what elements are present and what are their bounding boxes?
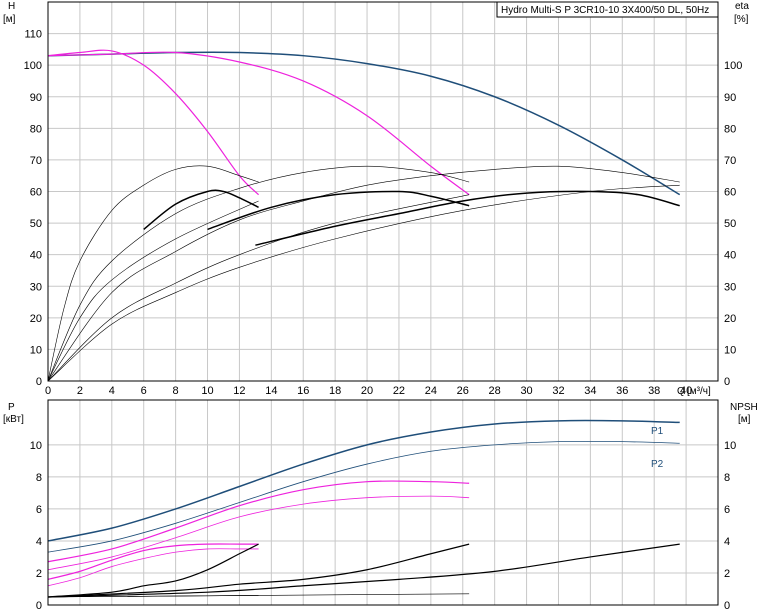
lower-left-tick-label: 2 (36, 568, 42, 580)
upper-series-black-4 (47, 165, 470, 382)
upper-right-tick-label: 30 (724, 281, 736, 293)
x-tick-label: 34 (584, 385, 596, 397)
upper-left-tick-label: 100 (24, 60, 42, 72)
upper-series-blue-0 (47, 51, 681, 196)
x-tick-label: 16 (297, 385, 309, 397)
upper-left-tick-label: 80 (30, 123, 42, 135)
upper-right-tick-label: 50 (724, 218, 736, 230)
lower-series-magenta-2 (47, 480, 470, 563)
upper-left-tick-label: 10 (30, 344, 42, 356)
x-tick-label: 28 (489, 385, 501, 397)
curves (47, 49, 681, 598)
lower-left-tick-label: 6 (36, 504, 42, 516)
lower-right-tick-label: 4 (724, 536, 730, 548)
x-tick-label: 32 (552, 385, 564, 397)
upper-left-tick-label: 40 (30, 250, 42, 262)
upper-series-magenta-1 (47, 51, 470, 196)
x-tick-label: 22 (393, 385, 405, 397)
lower-series-magenta-3 (47, 495, 470, 571)
upper-right-tick-label: 20 (724, 313, 736, 325)
upper-right-tick-label: 40 (724, 250, 736, 262)
lower-series-p1 (47, 419, 680, 542)
upper-right-tick-label: 0 (724, 376, 730, 388)
x-tick-label: 36 (616, 385, 628, 397)
lower-plot-frame (47, 399, 719, 606)
x-tick-label: 30 (520, 385, 532, 397)
upper-left-tick-label: 90 (30, 92, 42, 104)
lower-left-axis-label: P (8, 402, 15, 413)
chart-title: Hydro Multi-S P 3CR10-10 3X400/50 DL, 50… (501, 5, 709, 16)
lower-series-p2 (47, 440, 680, 553)
x-axis-unit: [м³/ч] (687, 386, 711, 397)
lower-right-tick-label: 6 (724, 504, 730, 516)
series-label-p1: P1 (651, 426, 664, 437)
upper-series-black-8 (47, 184, 680, 382)
lower-right-tick-label: 8 (724, 472, 730, 484)
pump-curve-chart: 0 2 4 6 8 10 12 14 16 18 20 22 24 26 28 30 32 34 36 38 40010… (3, 1, 758, 611)
upper-left-tick-label: 110 (24, 29, 42, 41)
x-tick-label: 24 (425, 385, 437, 397)
upper-right-tick-label: 90 (724, 92, 736, 104)
lower-left-tick-label: 4 (36, 536, 42, 548)
upper-left-tick-label: 0 (36, 376, 42, 388)
upper-series-black-11 (255, 190, 680, 246)
x-tick-label: 10 (201, 385, 213, 397)
x-tick-label: 4 (109, 385, 115, 397)
x-tick-label: 18 (329, 385, 341, 397)
lower-grid (48, 400, 718, 605)
lower-left-axis-unit: [кВт] (3, 414, 24, 425)
upper-left-tick-label: 60 (30, 187, 42, 199)
x-tick-label: 20 (361, 385, 373, 397)
x-tick-label: 8 (173, 385, 179, 397)
upper-right-tick-label: 10 (724, 344, 736, 356)
x-axis-label: Q (677, 386, 685, 397)
lower-right-tick-label: 10 (724, 440, 736, 452)
lower-right-axis-unit: [м] (738, 414, 751, 425)
upper-left-axis-label: H (8, 1, 15, 12)
upper-right-tick-label: 60 (724, 187, 736, 199)
lower-right-axis-label: NPSH (730, 402, 758, 413)
tick-labels: 0 2 4 6 8 10 12 14 16 18 20 22 24 26 28 30 32 34 36 38 40010… (24, 29, 743, 611)
x-tick-label: 38 (648, 385, 660, 397)
lower-left-tick-label: 0 (36, 600, 42, 611)
lower-right-tick-label: 2 (724, 568, 730, 580)
x-tick-label: 0 (45, 385, 51, 397)
upper-left-tick-label: 50 (30, 218, 42, 230)
upper-right-axis-unit: [%] (734, 14, 749, 25)
upper-series-black-10 (207, 190, 470, 231)
upper-left-tick-label: 20 (30, 313, 42, 325)
lower-left-tick-label: 10 (30, 440, 42, 452)
upper-right-tick-label: 80 (724, 123, 736, 135)
upper-right-axis-label: eta (735, 1, 749, 12)
lower-left-tick-label: 8 (36, 472, 42, 484)
x-tick-label: 6 (141, 385, 147, 397)
upper-series-black-5 (47, 165, 680, 382)
upper-right-tick-label: 100 (724, 60, 742, 72)
lower-right-tick-label: 0 (724, 600, 730, 611)
upper-left-tick-label: 70 (30, 155, 42, 167)
series-label-p2: P2 (651, 459, 664, 470)
x-tick-label: 12 (233, 385, 245, 397)
upper-right-tick-label: 70 (724, 155, 736, 167)
x-tick-label: 14 (265, 385, 277, 397)
upper-left-tick-label: 30 (30, 281, 42, 293)
x-tick-label: 2 (77, 385, 83, 397)
upper-left-axis-unit: [м] (3, 14, 16, 25)
x-tick-label: 26 (457, 385, 469, 397)
